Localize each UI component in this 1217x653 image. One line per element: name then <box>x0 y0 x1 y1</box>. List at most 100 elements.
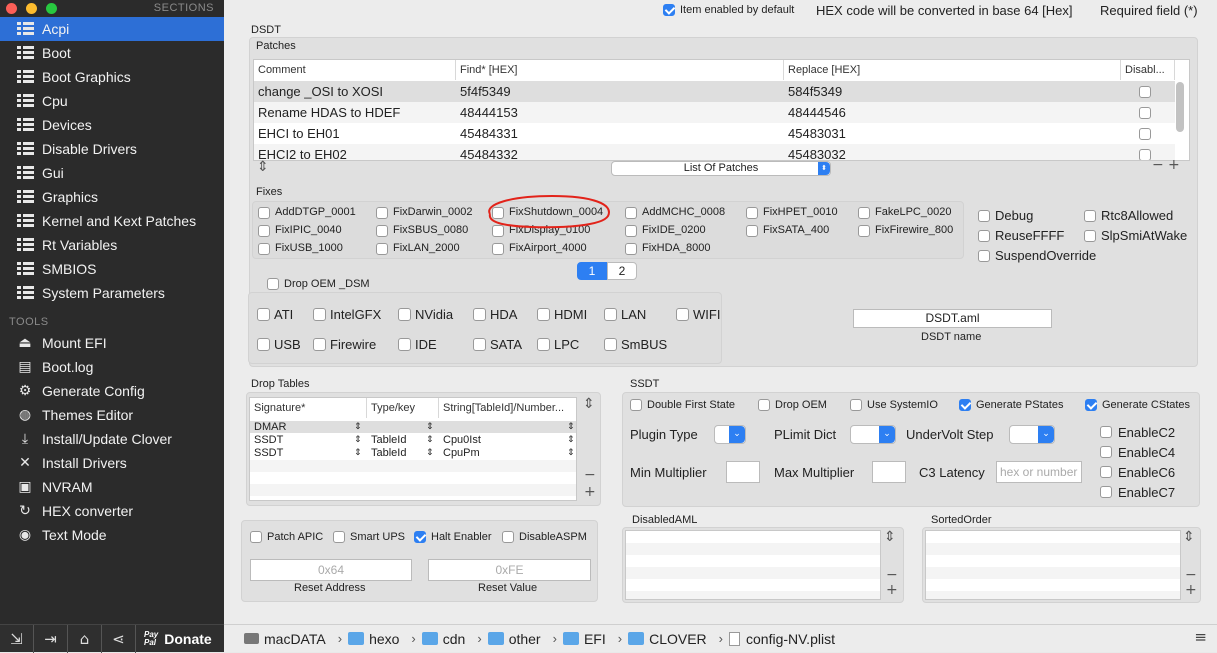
sidebar-item-devices[interactable]: Devices <box>0 113 224 137</box>
disabled-aml-add-icon[interactable]: + <box>886 582 898 598</box>
patch-row[interactable]: EHCI to EH01 45484331 45483031 <box>254 123 1175 144</box>
breadcrumb-hexo[interactable]: hexo <box>348 631 399 647</box>
disable-aspm-checkbox[interactable] <box>502 531 514 543</box>
resize-handle-icon[interactable]: ⇕ <box>257 159 269 175</box>
enable-c-checkbox-enablec7[interactable] <box>1100 486 1112 498</box>
ssdt-option-checkbox-generate-cstates[interactable] <box>1085 399 1097 411</box>
col-type-key[interactable]: Type/key <box>367 398 439 418</box>
dsm-checkbox-firewire[interactable] <box>313 338 326 351</box>
enable-c-checkbox-enablec4[interactable] <box>1100 446 1112 458</box>
drop-table-row[interactable]: SSDT ⇕ TableId ⇕ CpuPm ⇕ <box>250 447 576 459</box>
col-signature[interactable]: Signature* <box>250 398 367 418</box>
disabled-aml-resize-icon[interactable]: ⇕ <box>884 529 896 545</box>
fix-checkbox-fixide_0200[interactable] <box>625 225 637 237</box>
dsm-checkbox-usb[interactable] <box>257 338 270 351</box>
sidebar-item-graphics[interactable]: Graphics <box>0 185 224 209</box>
sidebar-item-boot-graphics[interactable]: Boot Graphics <box>0 65 224 89</box>
share-icon[interactable]: ⋖ <box>102 624 136 653</box>
sidebar-item-cpu[interactable]: Cpu <box>0 89 224 113</box>
fix-checkbox-fixipic_0040[interactable] <box>258 225 270 237</box>
sidebar-tool-generate-config[interactable]: ⚙ Generate Config <box>0 379 224 403</box>
col-comment[interactable]: Comment <box>254 60 456 80</box>
sidebar-tool-install-update-clover[interactable]: ⤓ Install/Update Clover <box>0 427 224 451</box>
page-2-button[interactable]: 2 <box>607 262 637 280</box>
col-replace[interactable]: Replace [HEX] <box>784 60 1121 80</box>
fix-checkbox-fixsbus_0080[interactable] <box>376 225 388 237</box>
extra-fix-checkbox-suspendoverride[interactable] <box>978 250 990 262</box>
stepper-icon[interactable]: ⇕ <box>350 434 362 446</box>
stepper-icon[interactable]: ⇕ <box>422 447 434 459</box>
halt-enabler-checkbox[interactable] <box>414 531 426 543</box>
sidebar-tool-themes-editor[interactable]: ◍ Themes Editor <box>0 403 224 427</box>
fix-checkbox-fixsata_400[interactable] <box>746 225 758 237</box>
patch-row[interactable]: change _OSI to XOSI 5f4f5349 584f5349 <box>254 81 1175 102</box>
patch-row[interactable]: EHCI2 to EH02 45484332 45483032 <box>254 144 1175 160</box>
sorted-order-remove-icon[interactable]: − <box>1185 567 1197 583</box>
col-find[interactable]: Find* [HEX] <box>456 60 784 80</box>
enable-c-checkbox-enablec2[interactable] <box>1100 426 1112 438</box>
drop-oem-dsm-checkbox[interactable] <box>267 278 279 290</box>
disabled-aml-table[interactable] <box>625 530 881 600</box>
col-disabled[interactable]: Disabl... <box>1121 60 1175 80</box>
sorted-order-table[interactable] <box>925 530 1181 600</box>
stepper-icon[interactable]: ⇕ <box>422 434 434 446</box>
ssdt-option-checkbox-generate-pstates[interactable] <box>959 399 971 411</box>
fix-checkbox-fixhpet_0010[interactable] <box>746 207 758 219</box>
sidebar-tool-install-drivers[interactable]: ✕ Install Drivers <box>0 451 224 475</box>
breadcrumb-macdata[interactable]: macDATA <box>244 631 326 647</box>
drop-table-row[interactable]: DMAR ⇕ ⇕ ⇕ <box>250 421 576 433</box>
sidebar-tool-boot-log[interactable]: ▤ Boot.log <box>0 355 224 379</box>
patch-disabled-checkbox[interactable] <box>1139 86 1151 98</box>
breadcrumb-other[interactable]: other <box>487 631 541 647</box>
disabled-aml-remove-icon[interactable]: − <box>886 567 898 583</box>
reset-address-input[interactable]: 0x64 <box>250 559 412 581</box>
stepper-icon[interactable]: ⇕ <box>563 434 575 446</box>
smart-ups-checkbox[interactable] <box>333 531 345 543</box>
patch-disabled-checkbox[interactable] <box>1139 149 1151 160</box>
import-icon[interactable]: ⇥ <box>34 624 68 653</box>
extra-fix-checkbox-debug[interactable] <box>978 210 990 222</box>
stepper-icon[interactable]: ⇕ <box>350 421 362 433</box>
sidebar-item-system-parameters[interactable]: System Parameters <box>0 281 224 305</box>
min-multiplier-input[interactable] <box>726 461 760 483</box>
patch-disabled-checkbox[interactable] <box>1139 128 1151 140</box>
dsm-checkbox-sata[interactable] <box>473 338 486 351</box>
breadcrumb-clover[interactable]: CLOVER <box>628 631 707 647</box>
sidebar-tool-hex-converter[interactable]: ↻ HEX converter <box>0 499 224 523</box>
sidebar-item-kernel-and-kext-patches[interactable]: Kernel and Kext Patches <box>0 209 224 233</box>
remove-patch-icon[interactable]: − <box>1152 157 1164 173</box>
fix-checkbox-fixhda_8000[interactable] <box>625 243 637 255</box>
dsm-checkbox-smbus[interactable] <box>604 338 617 351</box>
list-of-patches-popup[interactable]: List Of Patches ⬍ <box>611 161 831 176</box>
page-1-button[interactable]: 1 <box>577 262 607 280</box>
stepper-icon[interactable]: ⇕ <box>350 447 362 459</box>
drop-table-row[interactable]: SSDT ⇕ TableId ⇕ Cpu0Ist ⇕ <box>250 434 576 446</box>
fix-checkbox-fixlan_2000[interactable] <box>376 243 388 255</box>
max-multiplier-input[interactable] <box>872 461 906 483</box>
minimize-window-button[interactable] <box>26 3 37 14</box>
fix-checkbox-adddtgp_0001[interactable] <box>258 207 270 219</box>
donate-button[interactable]: Pay Pal Donate <box>136 630 212 647</box>
add-patch-icon[interactable]: + <box>1168 157 1180 173</box>
sidebar-item-rt-variables[interactable]: Rt Variables <box>0 233 224 257</box>
dsm-checkbox-hda[interactable] <box>473 308 486 321</box>
dsm-checkbox-nvidia[interactable] <box>398 308 411 321</box>
enable-c-checkbox-enablec6[interactable] <box>1100 466 1112 478</box>
dsm-checkbox-ide[interactable] <box>398 338 411 351</box>
reset-value-input[interactable]: 0xFE <box>428 559 591 581</box>
col-string[interactable]: String[TableId]/Number... <box>439 398 576 418</box>
patches-scrollbar[interactable] <box>1176 82 1184 132</box>
sorted-order-resize-icon[interactable]: ⇕ <box>1183 529 1195 545</box>
breadcrumb-config-nv-plist[interactable]: config-NV.plist <box>729 631 835 647</box>
dsm-checkbox-hdmi[interactable] <box>537 308 550 321</box>
sidebar-item-gui[interactable]: Gui <box>0 161 224 185</box>
breadcrumb-efi[interactable]: EFI <box>562 631 606 647</box>
ssdt-option-checkbox-use-systemio[interactable] <box>850 399 862 411</box>
patch-disabled-checkbox[interactable] <box>1139 107 1151 119</box>
sidebar-item-boot[interactable]: Boot <box>0 41 224 65</box>
drop-tables-resize-icon[interactable]: ⇕ <box>583 396 595 412</box>
c3-latency-input[interactable]: hex or number <box>996 461 1082 483</box>
sorted-order-add-icon[interactable]: + <box>1185 582 1197 598</box>
close-window-button[interactable] <box>6 3 17 14</box>
dsm-checkbox-lan[interactable] <box>604 308 617 321</box>
